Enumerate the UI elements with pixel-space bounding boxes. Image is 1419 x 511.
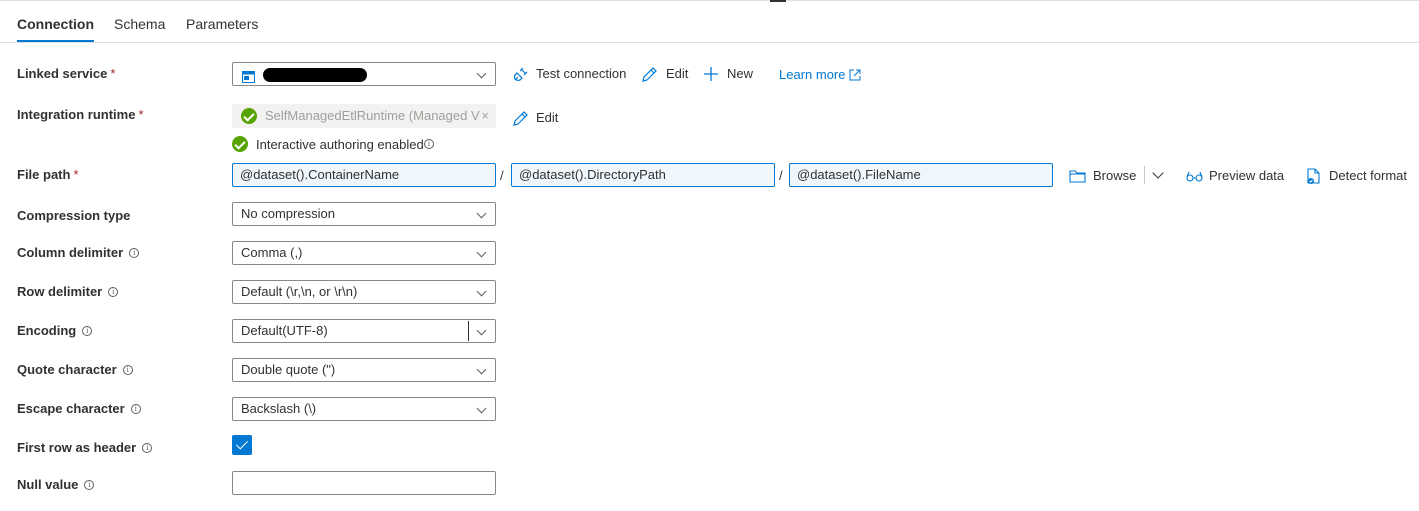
tab-bar: Connection Schema Parameters — [0, 10, 1419, 43]
chevron-down-icon — [1152, 167, 1164, 179]
linked-service-label: Linked service * — [17, 66, 116, 81]
edit-linked-service-button[interactable]: Edit — [641, 66, 691, 82]
browse-button[interactable]: Browse — [1069, 168, 1139, 184]
text-cursor — [468, 321, 469, 341]
row-delimiter-label: Row delimiter i — [17, 284, 119, 299]
info-icon[interactable]: i — [424, 139, 434, 149]
info-icon[interactable]: i — [122, 365, 133, 375]
compression-type-dropdown[interactable]: No compression — [232, 202, 496, 226]
compression-type-label: Compression type — [17, 208, 131, 223]
top-border — [0, 0, 1419, 3]
test-connection-button[interactable]: Test connection — [512, 66, 628, 82]
plug-icon — [513, 67, 528, 81]
redacted-value — [263, 68, 367, 82]
encoding-dropdown[interactable]: Default(UTF-8) — [232, 319, 496, 343]
learn-more-link[interactable]: Learn more — [779, 67, 864, 83]
linked-service-dropdown[interactable] — [232, 62, 496, 86]
path-separator: / — [500, 168, 504, 183]
info-icon[interactable]: i — [130, 404, 141, 414]
pencil-icon — [513, 111, 528, 126]
tab-parameters[interactable]: Parameters — [186, 16, 258, 32]
file-path-label: File path * — [17, 167, 79, 182]
interactive-authoring-status: Interactive authoring enabled i — [232, 136, 462, 154]
clear-icon[interactable]: × — [481, 105, 489, 127]
chevron-down-icon — [476, 68, 487, 79]
browse-dropdown-button[interactable] — [1150, 166, 1168, 184]
required-mark: * — [138, 107, 144, 122]
required-mark: * — [73, 167, 79, 182]
encoding-label: Encoding i — [17, 323, 93, 338]
required-mark: * — [110, 66, 116, 81]
check-circle-icon — [241, 108, 257, 124]
tab-connection[interactable]: Connection — [17, 16, 94, 42]
glasses-icon — [1186, 171, 1203, 182]
quote-character-label: Quote character i — [17, 362, 133, 377]
info-icon[interactable]: i — [142, 443, 153, 453]
integration-runtime-dropdown[interactable]: SelfManagedEtlRuntime (Managed V × — [232, 104, 496, 128]
chevron-down-icon — [476, 247, 487, 258]
file-name-input[interactable]: @dataset().FileName — [789, 163, 1053, 187]
chevron-down-icon — [476, 325, 487, 336]
directory-path-input[interactable]: @dataset().DirectoryPath — [511, 163, 775, 187]
quote-character-dropdown[interactable]: Double quote (") — [232, 358, 496, 382]
path-separator: / — [779, 168, 783, 183]
plus-icon — [704, 67, 718, 81]
detect-format-icon — [1307, 168, 1320, 184]
first-row-header-label: First row as header i — [17, 440, 153, 455]
info-icon[interactable]: i — [108, 287, 119, 297]
preview-data-button[interactable]: Preview data — [1186, 168, 1284, 184]
column-delimiter-label: Column delimiter i — [17, 245, 140, 260]
escape-character-label: Escape character i — [17, 401, 141, 416]
detect-format-button[interactable]: Detect format — [1306, 168, 1410, 184]
external-link-icon — [849, 69, 861, 81]
check-circle-icon — [232, 136, 248, 152]
pencil-icon — [642, 67, 657, 82]
info-icon[interactable]: i — [82, 326, 93, 336]
new-linked-service-button[interactable]: New — [703, 66, 755, 82]
row-delimiter-dropdown[interactable]: Default (\r,\n, or \r\n) — [232, 280, 496, 304]
integration-runtime-label: Integration runtime * — [17, 107, 144, 122]
chevron-down-icon — [476, 403, 487, 414]
chevron-down-icon — [476, 286, 487, 297]
chevron-down-icon — [476, 208, 487, 219]
folder-icon — [1069, 170, 1086, 183]
null-value-label: Null value i — [17, 477, 95, 492]
top-resize-handle[interactable] — [770, 0, 786, 2]
chevron-down-icon — [476, 364, 487, 375]
escape-character-dropdown[interactable]: Backslash (\) — [232, 397, 496, 421]
edit-integration-runtime-button[interactable]: Edit — [512, 110, 562, 126]
container-name-input[interactable]: @dataset().ContainerName — [232, 163, 496, 187]
column-delimiter-dropdown[interactable]: Comma (,) — [232, 241, 496, 265]
storage-icon — [242, 68, 255, 85]
browse-split-divider — [1144, 166, 1145, 184]
info-icon[interactable]: i — [84, 480, 95, 490]
null-value-input[interactable] — [232, 471, 496, 495]
tab-schema[interactable]: Schema — [114, 16, 165, 32]
first-row-header-checkbox[interactable] — [232, 435, 252, 455]
info-icon[interactable]: i — [129, 248, 140, 258]
